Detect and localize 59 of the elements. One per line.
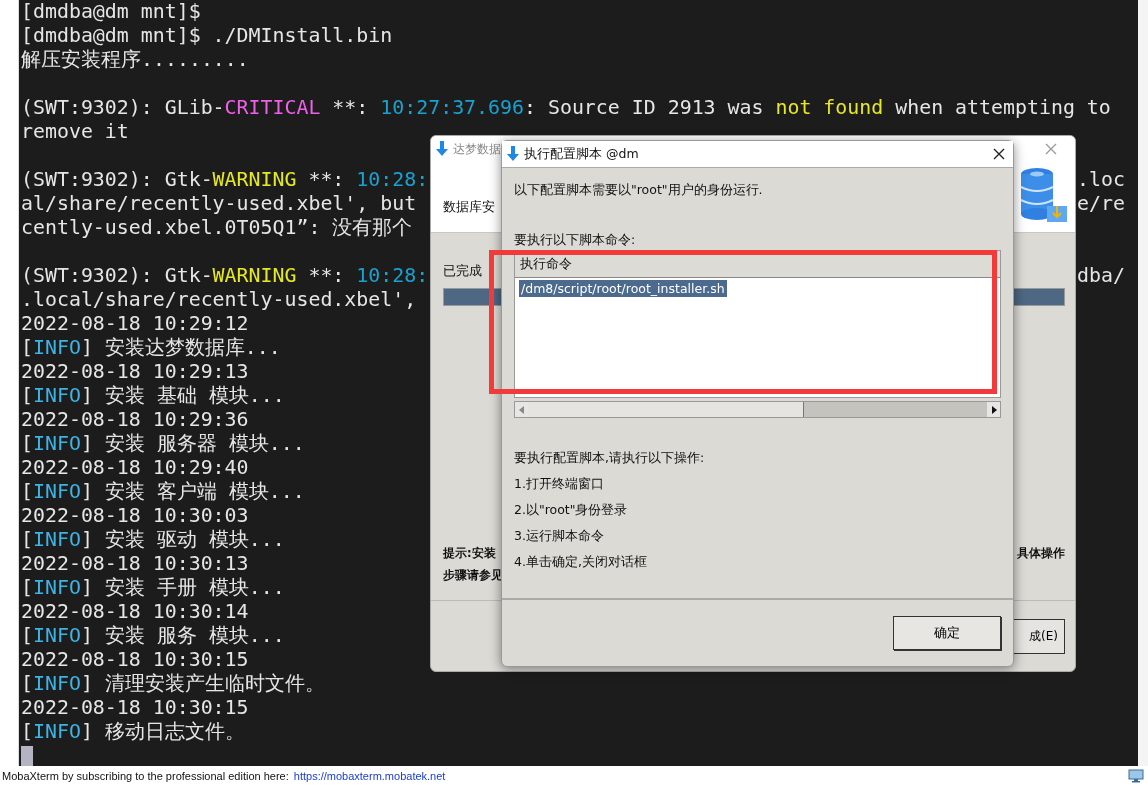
table-label: 要执行以下脚本命令: [514, 232, 637, 249]
window-title: 达梦数据 [453, 141, 501, 157]
step-text: 1.打开终端窗口 [514, 476, 605, 493]
terminal-line: 2022-08-18 10:30:03 [21, 504, 249, 527]
terminal-line: .loc [1077, 168, 1125, 192]
terminal-line: [INFO] 安装达梦数据库... [21, 336, 281, 359]
terminal-line: [dmdba@dm mnt]$ ./DMInstall.bin [21, 24, 393, 47]
terminal-line: 解压安装程序......... [21, 48, 249, 71]
steps-title: 要执行配置脚本,请执行以下操作: [514, 450, 706, 467]
terminal-line: 2022-08-18 10:30:13 [21, 552, 249, 575]
text-cursor [21, 745, 33, 766]
hint-text: 具体操作 [1017, 545, 1065, 562]
terminal-line: [INFO] 安装 客户端 模块... [21, 480, 305, 503]
intro-text: 以下配置脚本需要以"root"用户的身份运行. [514, 182, 764, 199]
terminal-line: [INFO] 安装 驱动 模块... [21, 528, 285, 551]
terminal-line: 2022-08-18 10:29:40 [21, 456, 249, 479]
scroll-thumb[interactable] [528, 402, 804, 417]
status-link[interactable]: https://mobaxterm.mobatek.net [293, 770, 446, 782]
close-icon[interactable] [993, 148, 1005, 160]
window-title: 执行配置脚本 @dm [524, 145, 639, 163]
terminal-line: [INFO] 移动日志文件。 [21, 720, 245, 743]
column-header[interactable]: 执行命令 [520, 255, 572, 273]
terminal-line: cently-used.xbel.0T05Q1”: 没有那个 [21, 216, 413, 239]
terminal-line: dba/ [1077, 264, 1125, 288]
command-cell[interactable]: /dm8/script/root/root_installer.sh [519, 280, 727, 297]
terminal-line: [INFO] 清理安装产生临时文件。 [21, 672, 325, 695]
monitor-icon [1128, 769, 1144, 783]
terminal-line: [INFO] 安装 服务器 模块... [21, 432, 305, 455]
terminal-line: al/share/recently-used.xbel', but [21, 192, 417, 215]
scroll-left-icon[interactable] [515, 402, 528, 417]
terminal-line: 2022-08-18 10:30:15 [21, 696, 249, 719]
terminal-line: [dmdba@dm mnt]$ [21, 0, 201, 23]
scroll-right-icon[interactable] [987, 402, 1000, 417]
terminal-line: 2022-08-18 10:30:14 [21, 600, 249, 623]
terminal-line: [INFO] 安装 基础 模块... [21, 384, 285, 407]
terminal-line: [INFO] 安装 服务 模块... [21, 624, 285, 647]
terminal-line: 2022-08-18 10:29:12 [21, 312, 249, 335]
terminal-line: 2022-08-18 10:29:36 [21, 408, 249, 431]
terminal-line: .local/share/recently-used.xbel', [21, 288, 417, 311]
terminal-line: remove it [21, 120, 129, 143]
vertical-scrollbar[interactable] [1138, 0, 1148, 766]
terminal-line: 2022-08-18 10:29:13 [21, 360, 249, 383]
step-text: 2.以"root"身份登录 [514, 502, 629, 519]
hint-text: 提示:安装 [443, 545, 497, 562]
terminal-line: [INFO] 安装 手册 模块... [21, 576, 285, 599]
horizontal-scrollbar[interactable] [514, 401, 1001, 418]
step-text: 4.单击确定,关闭对话框 [514, 554, 648, 571]
terminal-line: (SWT:9302): Gtk-WARNING **: 10:28: [21, 168, 429, 191]
step-text: 3.运行脚本命令 [514, 528, 605, 545]
download-arrow-icon [435, 141, 449, 157]
header-text: 数据库安 [443, 198, 495, 216]
terminal-line: e/re [1077, 192, 1125, 216]
terminal-line: (SWT:9302): GLib-CRITICAL **: 10:27:37.696: Source ID 2913 was not found when attempting to [21, 96, 1111, 119]
terminal-line: 2022-08-18 10:30:15 [21, 648, 249, 671]
download-arrow-icon [506, 146, 520, 162]
ok-button[interactable]: 确定 [893, 616, 1001, 650]
terminal-line: (SWT:9302): Gtk-WARNING **: 10:28: [21, 264, 429, 287]
progress-label: 已完成 [443, 263, 482, 280]
status-text: MobaXterm by subscribing to the professional edition here: [2, 770, 289, 782]
